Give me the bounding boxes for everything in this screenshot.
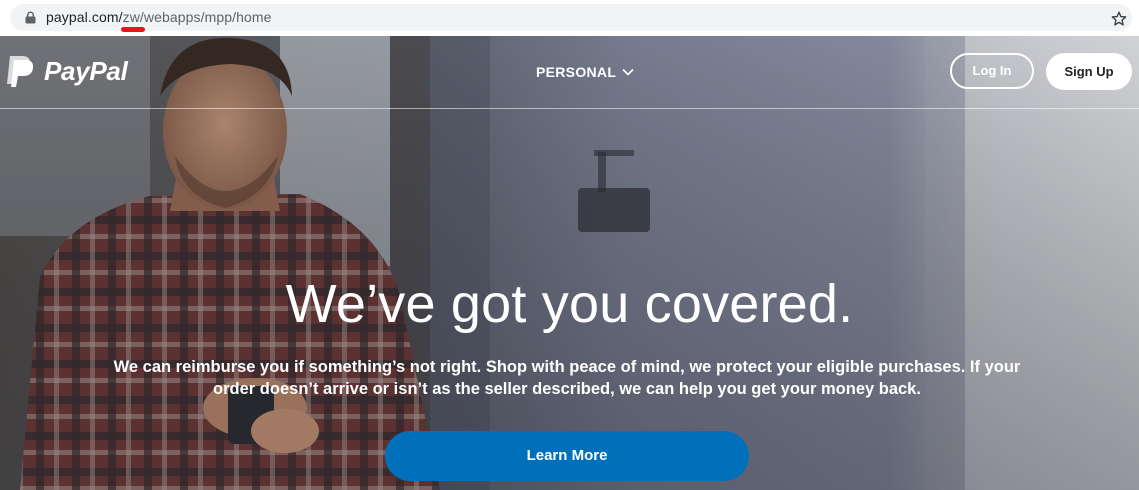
nav-personal-label: PERSONAL xyxy=(536,64,617,80)
header-divider xyxy=(0,108,1139,109)
hero-headline-text: We’ve got you covered. xyxy=(285,274,854,334)
hero-headline: We’ve got you covered. xyxy=(0,272,1139,336)
nav-personal-dropdown[interactable]: PERSONAL xyxy=(536,64,634,80)
url-red-underline-annotation xyxy=(121,27,145,32)
login-button[interactable]: Log In xyxy=(950,53,1034,89)
url-path: zw/webapps/mpp/home xyxy=(122,9,272,25)
star-icon[interactable] xyxy=(1111,11,1127,27)
address-bar[interactable]: paypal.com/zw/webapps/mpp/home xyxy=(10,4,1132,31)
signup-button[interactable]: Sign Up xyxy=(1046,53,1132,90)
url-host: paypal.com/ xyxy=(46,9,123,25)
chevron-down-icon xyxy=(622,68,634,76)
paypal-logo[interactable]: PayPal xyxy=(4,54,128,88)
lock-icon[interactable] xyxy=(25,11,36,24)
url-text[interactable]: paypal.com/zw/webapps/mpp/home xyxy=(46,8,272,27)
learn-more-button[interactable]: Learn More xyxy=(385,431,749,481)
browser-toolbar: paypal.com/zw/webapps/mpp/home xyxy=(0,0,1139,36)
hero-background-photo xyxy=(0,36,1139,490)
hero-subtext-line-1: We can reimburse you if something’s not … xyxy=(113,358,1021,376)
hero-subtext: We can reimburse you if something’s not … xyxy=(80,356,1054,400)
logo-text: PayPal xyxy=(44,55,128,86)
hero-section: PayPal PERSONAL Log In Sign Up We’ve got… xyxy=(0,36,1139,490)
paypal-logo-icon xyxy=(7,56,34,87)
hero-subtext-line-2: order doesn’t arrive or isn’t as the sel… xyxy=(213,380,921,398)
